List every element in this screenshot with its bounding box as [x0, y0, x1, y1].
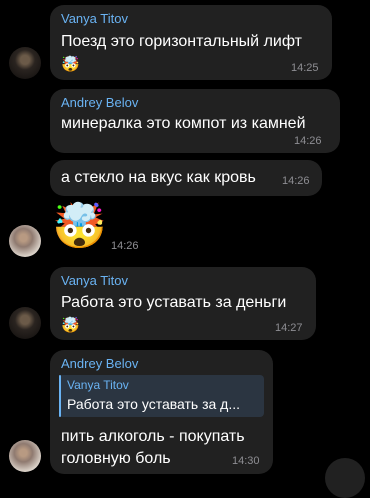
sender-name[interactable]: Vanya Titov	[61, 273, 128, 288]
message-text: Поезд это горизонтальный лифт	[61, 33, 302, 50]
message-time: 14:25	[291, 62, 319, 74]
reaction-exploding-head-icon[interactable]: 🤯	[61, 318, 80, 334]
sticker-exploding-head-icon[interactable]: 🤯	[52, 202, 107, 252]
message-time: 14:27	[275, 322, 303, 334]
avatar[interactable]	[9, 440, 41, 472]
sender-name[interactable]: Andrey Belov	[61, 95, 138, 110]
message-text: Работа это уставать за деньги	[61, 294, 287, 311]
message-time: 14:26	[111, 240, 139, 252]
message-bubble[interactable]: Vanya Titov Работа это уставать за деньг…	[50, 267, 316, 340]
message-text: а стекло на вкус как кровь	[61, 169, 256, 186]
message-text: минералка это компот из камней	[61, 115, 306, 132]
message-time: 14:26	[282, 175, 310, 187]
reply-quote[interactable]: Vanya Titov Работа это уставать за д...	[59, 375, 264, 417]
reply-text: Работа это уставать за д...	[67, 396, 241, 412]
message-bubble[interactable]: Andrey Belov Vanya Titov Работа это уста…	[50, 350, 273, 474]
message-time: 14:30	[232, 455, 260, 467]
scroll-down-button[interactable]	[325, 458, 365, 498]
message-text-line: пить алкоголь - покупать	[61, 428, 245, 445]
message-time: 14:26	[294, 135, 322, 147]
sender-name[interactable]: Vanya Titov	[61, 11, 128, 26]
avatar[interactable]	[9, 225, 41, 257]
message-text-line: головную боль	[61, 450, 171, 467]
reply-accent-bar	[59, 375, 61, 417]
avatar[interactable]	[9, 307, 41, 339]
reply-sender-name: Vanya Titov	[67, 378, 129, 392]
avatar[interactable]	[9, 47, 41, 79]
reaction-exploding-head-icon[interactable]: 🤯	[61, 57, 80, 73]
sender-name[interactable]: Andrey Belov	[61, 356, 138, 371]
message-bubble[interactable]: а стекло на вкус как кровь 14:26	[50, 160, 322, 196]
message-bubble[interactable]: Vanya Titov Поезд это горизонтальный лиф…	[50, 5, 332, 80]
message-bubble[interactable]: Andrey Belov минералка это компот из кам…	[50, 89, 340, 153]
